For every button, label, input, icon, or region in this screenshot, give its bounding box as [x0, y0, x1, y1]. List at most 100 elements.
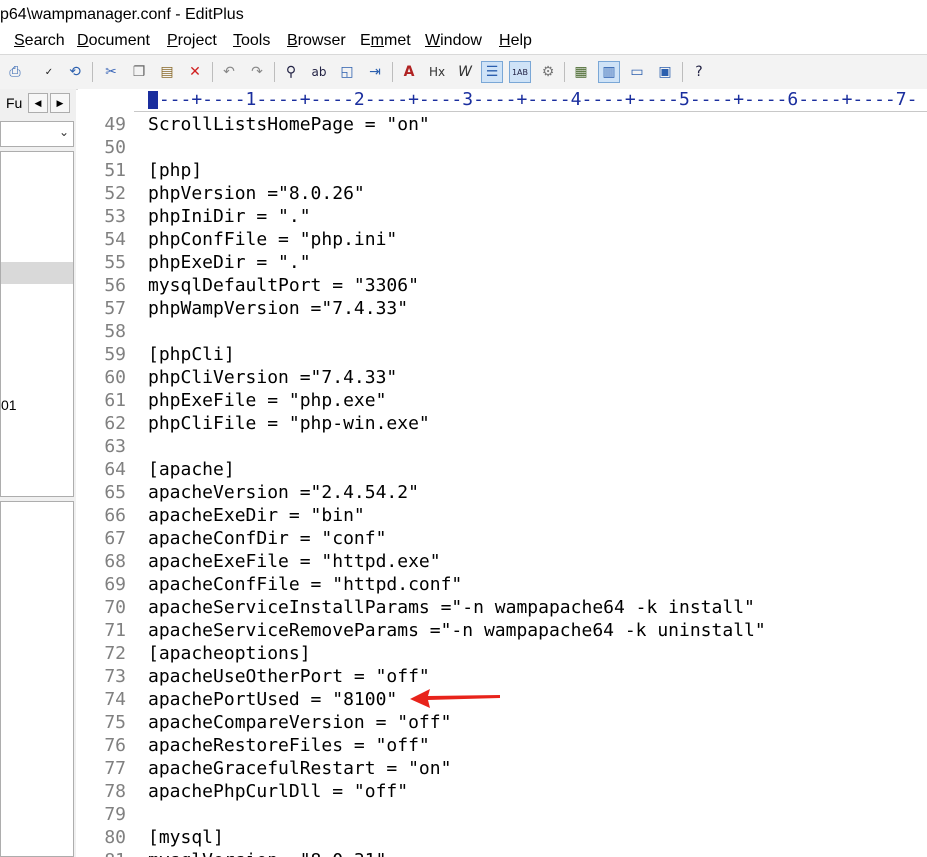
font-icon[interactable]: A: [398, 61, 420, 83]
undo-icon[interactable]: ↶: [218, 61, 240, 83]
menu-document[interactable]: Document: [77, 32, 150, 50]
code-line[interactable]: 51 [php]: [78, 159, 927, 182]
code-line[interactable]: 72 [apacheoptions]: [78, 642, 927, 665]
code-line[interactable]: 70 apacheServiceInstallParams ="-n wampap…: [78, 596, 927, 619]
line-text[interactable]: mysqlDefaultPort = "3306": [148, 274, 419, 297]
code-line[interactable]: 64 [apache]: [78, 458, 927, 481]
code-line[interactable]: 81 mysqlVersion ="8.0.31": [78, 849, 927, 857]
code-line[interactable]: 77 apacheGracefulRestart = "on": [78, 757, 927, 780]
code-line[interactable]: 55 phpExeDir = ".": [78, 251, 927, 274]
line-text[interactable]: apacheGracefulRestart = "on": [148, 757, 451, 780]
code-line[interactable]: 63: [78, 435, 927, 458]
line-text[interactable]: apacheExeFile = "httpd.exe": [148, 550, 441, 573]
fullscreen-icon[interactable]: ▣: [654, 61, 676, 83]
code-line[interactable]: 67 apacheConfDir = "conf": [78, 527, 927, 550]
line-text[interactable]: apacheServiceRemoveParams ="-n wampapach…: [148, 619, 766, 642]
line-text[interactable]: phpVersion ="8.0.26": [148, 182, 365, 205]
code-line[interactable]: 57 phpWampVersion ="7.4.33": [78, 297, 927, 320]
line-number-icon[interactable]: ☰: [481, 61, 503, 83]
line-text[interactable]: [mysql]: [148, 826, 224, 849]
line-text[interactable]: apacheCompareVersion = "off": [148, 711, 451, 734]
hex-icon[interactable]: Hx: [426, 61, 448, 83]
line-text[interactable]: phpCliVersion ="7.4.33": [148, 366, 397, 389]
code-line[interactable]: 75 apacheCompareVersion = "off": [78, 711, 927, 734]
code-line[interactable]: 71 apacheServiceRemoveParams ="-n wampapa…: [78, 619, 927, 642]
print-icon[interactable]: ⎙: [4, 61, 26, 83]
code-line[interactable]: 65 apacheVersion ="2.4.54.2": [78, 481, 927, 504]
code-area[interactable]: 49 ScrollListsHomePage = "on" 50 51 [php] 52 p…: [78, 113, 927, 857]
line-text[interactable]: mysqlVersion ="8.0.31": [148, 849, 386, 857]
goto-line-icon[interactable]: ⇥: [364, 61, 386, 83]
spellcheck-icon[interactable]: ✓: [38, 61, 60, 83]
code-line[interactable]: 58: [78, 320, 927, 343]
code-line[interactable]: 68 apacheExeFile = "httpd.exe": [78, 550, 927, 573]
directory-icon[interactable]: ▥: [598, 61, 620, 83]
code-line[interactable]: 52 phpVersion ="8.0.26": [78, 182, 927, 205]
editor-pane[interactable]: ----+----1----+----2----+----3----+----4…: [78, 89, 927, 857]
menu-search[interactable]: Search: [14, 32, 65, 50]
code-line[interactable]: 61 phpExeFile = "php.exe": [78, 389, 927, 412]
line-text[interactable]: [apacheoptions]: [148, 642, 311, 665]
line-text[interactable]: phpCliFile = "php-win.exe": [148, 412, 430, 435]
line-text[interactable]: phpConfFile = "php.ini": [148, 228, 397, 251]
line-text[interactable]: apacheConfFile = "httpd.conf": [148, 573, 462, 596]
list-item-fragment[interactable]: 01: [1, 397, 17, 413]
code-line[interactable]: 50: [78, 136, 927, 159]
function-tab[interactable]: Fu: [6, 95, 22, 111]
code-line[interactable]: 62 phpCliFile = "php-win.exe": [78, 412, 927, 435]
ruler-icon[interactable]: 1AB: [509, 61, 531, 83]
line-text[interactable]: phpExeFile = "php.exe": [148, 389, 386, 412]
redo-icon[interactable]: ↷: [246, 61, 268, 83]
find-icon[interactable]: ⚲: [280, 61, 302, 83]
code-line[interactable]: 59 [phpCli]: [78, 343, 927, 366]
line-text[interactable]: phpWampVersion ="7.4.33": [148, 297, 408, 320]
chevron-down-icon[interactable]: ⌄: [59, 125, 69, 139]
line-text[interactable]: phpIniDir = ".": [148, 205, 311, 228]
help-icon[interactable]: ?: [688, 61, 710, 83]
preferences-icon[interactable]: ⚙: [537, 61, 559, 83]
directory-list[interactable]: 01: [0, 151, 74, 497]
line-text[interactable]: apacheServiceInstallParams ="-n wampapac…: [148, 596, 755, 619]
line-text[interactable]: phpExeDir = ".": [148, 251, 311, 274]
line-text[interactable]: apachePortUsed = "8100": [148, 688, 397, 711]
code-line[interactable]: 49 ScrollListsHomePage = "on": [78, 113, 927, 136]
code-line[interactable]: 78 apachePhpCurlDll = "off": [78, 780, 927, 803]
menu-emmet[interactable]: Emmet: [360, 32, 411, 50]
paste-icon[interactable]: ▤: [156, 61, 178, 83]
file-list[interactable]: [0, 501, 74, 857]
line-text[interactable]: apachePhpCurlDll = "off": [148, 780, 408, 803]
line-text[interactable]: [phpCli]: [148, 343, 235, 366]
line-text[interactable]: apacheUseOtherPort = "off": [148, 665, 430, 688]
selected-list-item[interactable]: [1, 262, 73, 284]
code-line[interactable]: 80 [mysql]: [78, 826, 927, 849]
cut-icon[interactable]: ✂: [100, 61, 122, 83]
code-line[interactable]: 53 phpIniDir = ".": [78, 205, 927, 228]
line-text[interactable]: ScrollListsHomePage = "on": [148, 113, 430, 136]
directory-combo[interactable]: ⌄: [0, 121, 74, 147]
line-text[interactable]: [apache]: [148, 458, 235, 481]
menu-window[interactable]: Window: [425, 32, 482, 50]
code-line[interactable]: 66 apacheExeDir = "bin": [78, 504, 927, 527]
code-line[interactable]: 69 apacheConfFile = "httpd.conf": [78, 573, 927, 596]
code-line[interactable]: 60 phpCliVersion ="7.4.33": [78, 366, 927, 389]
browser-preview-icon[interactable]: ⟲: [64, 61, 86, 83]
code-line[interactable]: 76 apacheRestoreFiles = "off": [78, 734, 927, 757]
delete-icon[interactable]: ✕: [184, 61, 206, 83]
word-wrap-icon[interactable]: W: [454, 61, 476, 83]
code-line[interactable]: 54 phpConfFile = "php.ini": [78, 228, 927, 251]
line-text[interactable]: [php]: [148, 159, 202, 182]
cliptext-icon[interactable]: ▦: [570, 61, 592, 83]
line-text[interactable]: apacheVersion ="2.4.54.2": [148, 481, 419, 504]
menu-project[interactable]: Project: [167, 32, 217, 50]
line-text[interactable]: apacheRestoreFiles = "off": [148, 734, 430, 757]
find-in-files-icon[interactable]: ◱: [336, 61, 358, 83]
code-line[interactable]: 79: [78, 803, 927, 826]
line-text[interactable]: apacheExeDir = "bin": [148, 504, 365, 527]
menu-tools[interactable]: Tools: [233, 32, 270, 50]
code-line[interactable]: 56 mysqlDefaultPort = "3306": [78, 274, 927, 297]
window-icon[interactable]: ▭: [626, 61, 648, 83]
menu-browser[interactable]: Browser: [287, 32, 346, 50]
replace-icon[interactable]: ab: [308, 61, 330, 83]
menu-help[interactable]: Help: [499, 32, 532, 50]
tab-scroll-right-icon[interactable]: ▶: [50, 93, 70, 113]
